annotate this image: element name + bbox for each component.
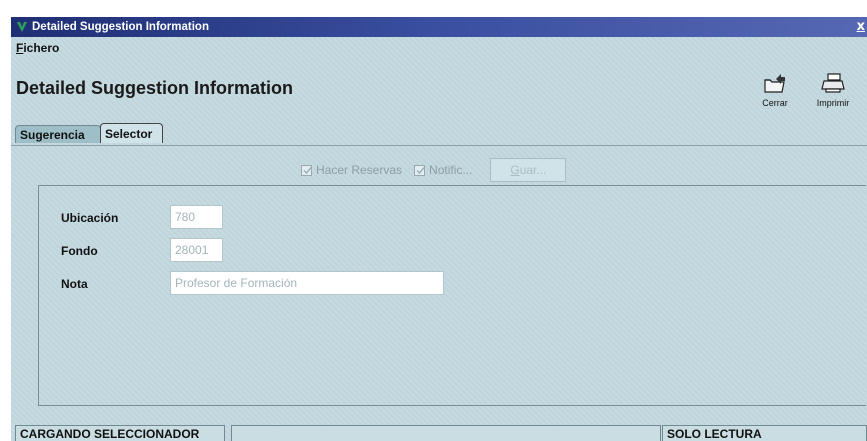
status-middle [231,425,661,441]
selector-panel [38,185,866,406]
window-close-button[interactable]: x [857,19,865,34]
status-bar: CARGANDO SELECCIONADOR SOLO LECTURA [11,425,867,441]
location-field[interactable]: 780 [170,205,223,229]
close-button[interactable]: Cerrar [752,71,798,117]
title-bar[interactable]: Detailed Suggestion Information x [11,17,867,37]
fund-label: Fondo [61,244,98,258]
print-button[interactable]: Imprimir [810,71,856,117]
notify-checkbox-label: Notific... [429,163,473,177]
menu-fichero[interactable]: Fichero [16,41,59,55]
printer-icon [821,73,845,93]
check-icon [303,166,312,174]
notify-checkbox-box [414,164,426,176]
menu-fichero-label: ichero [23,41,60,55]
tab-sugerencia[interactable]: Sugerencia [15,125,101,143]
notify-checkbox[interactable]: Notific... [414,163,472,177]
status-right: SOLO LECTURA [662,425,867,441]
reserve-checkbox-box [301,164,312,176]
check-icon [416,166,425,174]
options-row: Hacer Reservas Notific... Guar... [301,158,567,182]
tab-selector[interactable]: Selector [100,123,163,143]
app-logo-icon [16,21,28,33]
print-button-label: Imprimir [816,98,850,108]
note-label: Nota [61,277,88,291]
menu-bar: Fichero [11,39,867,57]
page-title: Detailed Suggestion Information [16,78,294,98]
reserve-checkbox[interactable]: Hacer Reservas [301,163,402,177]
save-button-mnemonic: G [510,163,520,177]
window-title: Detailed Suggestion Information [32,21,209,33]
close-button-label: Cerrar [762,98,788,108]
tab-divider [11,145,867,146]
location-label: Ubicación [61,211,119,225]
fund-field[interactable]: 28001 [170,238,223,262]
application-window: Detailed Suggestion Information x Ficher… [11,17,867,441]
reserve-checkbox-label: Hacer Reservas [316,163,403,177]
save-button[interactable]: Guar... [490,158,567,182]
status-left: CARGANDO SELECCIONADOR [15,425,225,441]
note-field[interactable]: Profesor de Formación [170,271,444,295]
save-button-label: uar... [519,163,547,177]
folder-close-icon [764,74,785,93]
